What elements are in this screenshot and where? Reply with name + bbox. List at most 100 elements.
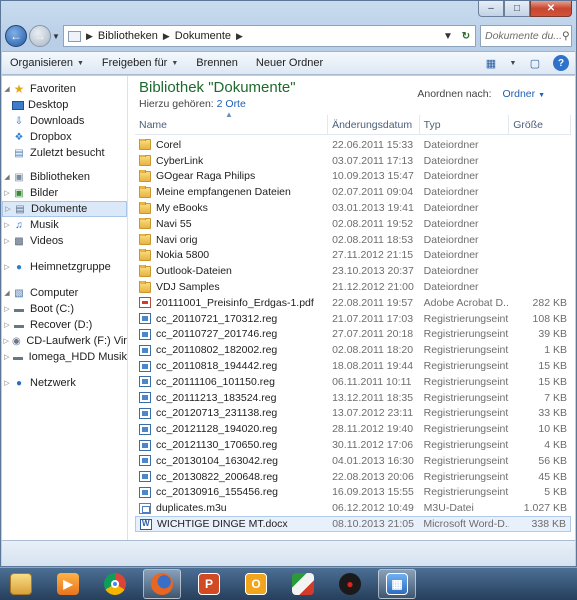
- expand-arrow-icon[interactable]: ▷: [2, 379, 12, 387]
- organize-button[interactable]: Organisieren ▼: [10, 57, 84, 69]
- arrange-by-dropdown[interactable]: Ordner ▼: [502, 88, 545, 100]
- file-row[interactable]: Nokia 5800 27.11.2012 21:15 Dateiordner: [135, 248, 571, 264]
- file-row[interactable]: cc_20121130_170650.reg 30.11.2012 17:06 Re…: [135, 437, 571, 453]
- column-header-name[interactable]: Name ▲: [135, 110, 329, 135]
- collapse-arrow-icon[interactable]: ◢: [2, 289, 12, 297]
- nav-documents[interactable]: ▷ ▤ Dokumente: [2, 201, 127, 217]
- expand-arrow-icon[interactable]: ▷: [2, 305, 12, 313]
- collapse-arrow-icon[interactable]: ◢: [2, 85, 12, 93]
- taskbar-chrome[interactable]: [96, 569, 134, 599]
- view-options-icon[interactable]: ▦: [483, 56, 499, 70]
- expand-arrow-icon[interactable]: ▷: [3, 205, 13, 213]
- file-row[interactable]: cc_20110727_201746.reg 27.07.2011 20:18 Re…: [135, 327, 571, 343]
- file-row[interactable]: WICHTIGE DINGE MT.docx 08.10.2013 21:05 Mi…: [135, 516, 571, 532]
- file-row[interactable]: cc_20110802_182002.reg 02.08.2011 18:20 Re…: [135, 342, 571, 358]
- column-headers: Name ▲ Änderungsdatum Typ Größe: [135, 110, 571, 135]
- nav-computer[interactable]: ◢ ▧ Computer: [2, 285, 127, 301]
- search-input[interactable]: Dokumente du... ⚲: [480, 25, 572, 47]
- file-row[interactable]: cc_20130822_200648.reg 22.08.2013 20:06 Re…: [135, 469, 571, 485]
- cd-drive-icon: ◉: [12, 335, 21, 347]
- back-button[interactable]: ←: [5, 25, 27, 47]
- nav-homegroup[interactable]: ▷ ● Heimnetzgruppe: [2, 259, 127, 275]
- taskbar-app-blue[interactable]: ▦: [378, 569, 416, 599]
- file-row[interactable]: CyberLink 03.07.2011 17:13 Dateiordner: [135, 153, 571, 169]
- minimize-button[interactable]: –: [478, 1, 504, 17]
- file-row[interactable]: cc_20130916_155456.reg 16.09.2013 15:55 Re…: [135, 485, 571, 501]
- taskbar-file-explorer[interactable]: [2, 569, 40, 599]
- taskbar-app-dark[interactable]: ●: [331, 569, 369, 599]
- chevron-right-icon[interactable]: ▶: [163, 31, 170, 42]
- file-row[interactable]: cc_20111213_183524.reg 13.12.2011 18:35 Re…: [135, 390, 571, 406]
- breadcrumb-bibliotheken[interactable]: Bibliotheken: [98, 30, 158, 42]
- expand-arrow-icon[interactable]: ▷: [2, 221, 12, 229]
- column-header-date[interactable]: Änderungsdatum: [328, 114, 420, 135]
- address-dropdown-icon[interactable]: ▼: [439, 31, 457, 42]
- refresh-icon[interactable]: ↻: [457, 31, 475, 42]
- close-button[interactable]: ✕: [530, 1, 572, 17]
- expand-arrow-icon[interactable]: ▷: [2, 263, 12, 271]
- forward-button[interactable]: →: [29, 25, 51, 47]
- search-icon[interactable]: ⚲: [562, 30, 570, 42]
- taskbar-app-triangle[interactable]: [284, 569, 322, 599]
- maximize-button[interactable]: □: [504, 1, 530, 17]
- explorer-body: ◢ ★ Favoriten Desktop ⇩ Downloads ❖ Dropbox …: [2, 76, 575, 540]
- expand-arrow-icon[interactable]: ▷: [2, 337, 10, 345]
- taskbar-outlook[interactable]: O: [237, 569, 275, 599]
- address-bar[interactable]: ▶ Bibliotheken ▶ Dokumente ▶ ▼ ↻: [63, 25, 476, 47]
- file-row[interactable]: Outlook-Dateien 23.10.2013 20:37 Dateiordn…: [135, 263, 571, 279]
- file-row[interactable]: Meine empfangenen Dateien 02.07.2011 09:0…: [135, 184, 571, 200]
- nav-drive-recover[interactable]: ▷ ▬ Recover (D:): [2, 317, 127, 333]
- nav-drive-cd[interactable]: ▷ ◉ CD-Laufwerk (F:) Vir: [2, 333, 127, 349]
- preview-pane-icon[interactable]: ▢: [527, 56, 543, 70]
- file-row[interactable]: VDJ Samples 21.12.2012 21:00 Dateiordner: [135, 279, 571, 295]
- expand-arrow-icon[interactable]: ▷: [2, 189, 12, 197]
- file-row[interactable]: My eBooks 03.01.2013 19:41 Dateiordner: [135, 200, 571, 216]
- file-row[interactable]: cc_20120713_231138.reg 13.07.2012 23:11 Re…: [135, 406, 571, 422]
- collapse-arrow-icon[interactable]: ◢: [2, 173, 12, 181]
- nav-libraries[interactable]: ◢ ▣ Bibliotheken: [2, 169, 127, 185]
- nav-network[interactable]: ▷ ● Netzwerk: [2, 375, 127, 391]
- nav-drive-boot[interactable]: ▷ ▬ Boot (C:): [2, 301, 127, 317]
- file-row[interactable]: Navi orig 02.08.2011 18:53 Dateiordner: [135, 232, 571, 248]
- expand-arrow-icon[interactable]: ▷: [2, 237, 12, 245]
- new-folder-button[interactable]: Neuer Ordner: [256, 57, 323, 69]
- file-row[interactable]: cc_20111106_101150.reg 06.11.2011 10:11 Re…: [135, 374, 571, 390]
- nav-pictures[interactable]: ▷ ▣ Bilder: [2, 185, 127, 201]
- nav-recent[interactable]: ▤ Zuletzt besucht: [2, 145, 127, 161]
- share-button[interactable]: Freigeben für ▼: [102, 57, 178, 69]
- file-row[interactable]: cc_20110721_170312.reg 21.07.2011 17:03 Re…: [135, 311, 571, 327]
- taskbar-media-player[interactable]: ▶: [49, 569, 87, 599]
- nav-desktop[interactable]: Desktop: [2, 97, 127, 113]
- view-dropdown-icon[interactable]: ▼: [509, 56, 517, 70]
- expand-arrow-icon[interactable]: ▷: [2, 353, 11, 361]
- file-row[interactable]: cc_20121128_194020.reg 28.11.2012 19:40 Re…: [135, 421, 571, 437]
- breadcrumb-dokumente[interactable]: Dokumente: [175, 30, 231, 42]
- nav-music[interactable]: ▷ ♫ Musik: [2, 217, 127, 233]
- includes-locations-link[interactable]: 2 Orte: [217, 98, 246, 110]
- taskbar-firefox[interactable]: [143, 569, 181, 599]
- nav-drive-iomega[interactable]: ▷ ▬ Iomega_HDD Musik: [2, 349, 127, 365]
- taskbar-powerpoint[interactable]: P: [190, 569, 228, 599]
- file-row[interactable]: 20111001_Preisinfo_Erdgas-1.pdf 22.08.201…: [135, 295, 571, 311]
- file-name-cell: cc_20110818_194442.reg: [135, 360, 328, 372]
- file-row[interactable]: Corel 22.06.2011 15:33 Dateiordner: [135, 137, 571, 153]
- nav-dropbox[interactable]: ❖ Dropbox: [2, 129, 127, 145]
- chevron-right-icon[interactable]: ▶: [86, 31, 93, 42]
- file-row[interactable]: GOgear Raga Philips 10.09.2013 15:47 Datei…: [135, 169, 571, 185]
- file-row[interactable]: cc_20130104_163042.reg 04.01.2013 16:30 Re…: [135, 453, 571, 469]
- column-header-type[interactable]: Typ: [420, 114, 510, 135]
- file-row[interactable]: Navi 55 02.08.2011 19:52 Dateiordner: [135, 216, 571, 232]
- help-icon[interactable]: ?: [553, 55, 569, 71]
- file-row[interactable]: duplicates.m3u 06.12.2012 10:49 M3U-Datei 1…: [135, 500, 571, 516]
- file-type: Dateiordner: [423, 202, 479, 215]
- nav-downloads[interactable]: ⇩ Downloads: [2, 113, 127, 129]
- chevron-right-icon[interactable]: ▶: [236, 31, 243, 42]
- expand-arrow-icon[interactable]: ▷: [2, 321, 12, 329]
- file-size: 7 KB: [544, 391, 567, 404]
- column-header-size[interactable]: Größe: [509, 114, 571, 135]
- recent-pages-dropdown[interactable]: ▼: [51, 32, 61, 41]
- nav-favorites[interactable]: ◢ ★ Favoriten: [2, 81, 127, 97]
- nav-videos[interactable]: ▷ ▩ Videos: [2, 233, 127, 249]
- file-row[interactable]: cc_20110818_194442.reg 18.08.2011 19:44 Re…: [135, 358, 571, 374]
- burn-button[interactable]: Brennen: [196, 57, 238, 69]
